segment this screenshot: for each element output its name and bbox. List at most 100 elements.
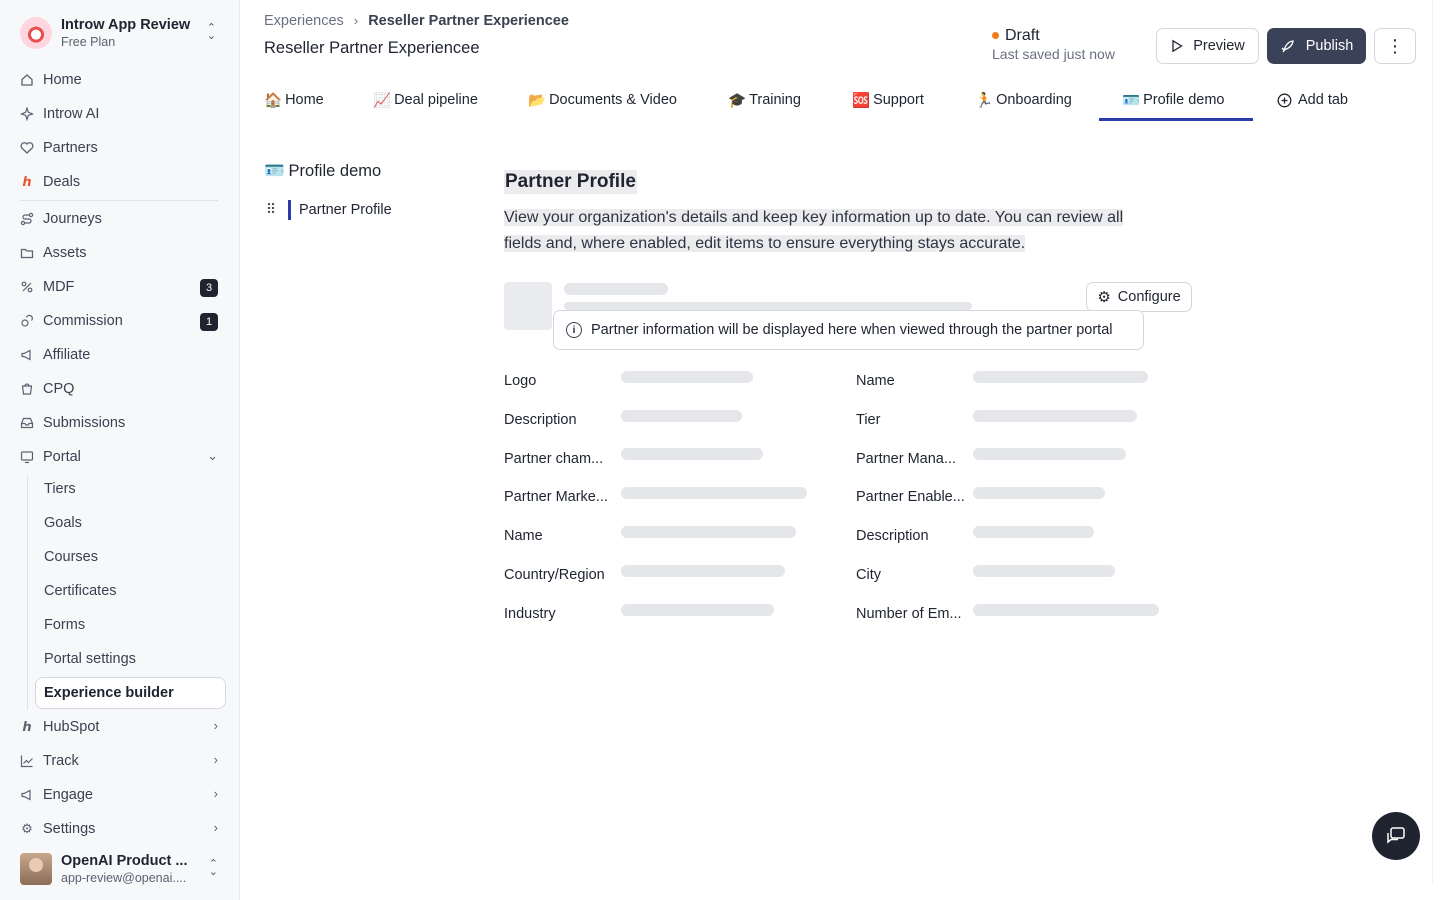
skeleton-bar bbox=[621, 410, 742, 422]
tab-label: Training bbox=[749, 92, 801, 108]
tab-profile-demo[interactable]: 🪪 Profile demo bbox=[1122, 80, 1224, 120]
field-label: Name bbox=[504, 528, 543, 544]
sidebar-item-mdf[interactable]: MDF 3 bbox=[20, 273, 226, 301]
sidebar-item-partners[interactable]: Partners bbox=[20, 134, 226, 162]
sidebar-item-engage[interactable]: Engage › bbox=[20, 781, 226, 809]
home-icon bbox=[20, 73, 34, 87]
sidebar-divider bbox=[20, 200, 218, 201]
sidebar-item-tiers[interactable]: Tiers bbox=[44, 475, 76, 503]
sidebar-item-settings[interactable]: ⚙ Settings › bbox=[20, 815, 226, 843]
user-menu[interactable]: OpenAI Product ... app-review@openai....… bbox=[20, 852, 226, 886]
inbox-icon bbox=[20, 416, 34, 430]
section-item-partner-profile[interactable]: Partner Profile bbox=[288, 200, 392, 220]
field-label: Partner Enable... bbox=[856, 489, 965, 505]
drag-handle-icon[interactable]: ⠿ bbox=[266, 201, 276, 218]
breadcrumb-parent[interactable]: Experiences bbox=[264, 13, 344, 29]
add-tab-button[interactable]: Add tab bbox=[1277, 80, 1348, 120]
info-text: Partner information will be displayed he… bbox=[591, 322, 1113, 338]
configure-button[interactable]: ⚙ Configure bbox=[1086, 282, 1192, 312]
sidebar-item-deals[interactable]: ℎ Deals bbox=[20, 168, 226, 196]
tab-emoji-icon: 🎓 bbox=[728, 92, 747, 109]
field-label: Country/Region bbox=[504, 567, 605, 583]
tab-bar: 🏠 Home 📈 Deal pipeline 📂 Documents & Video … bbox=[240, 80, 1440, 122]
publish-button[interactable]: Publish bbox=[1267, 28, 1366, 64]
chat-launcher-button[interactable] bbox=[1372, 812, 1420, 860]
field-label: Partner Marke... bbox=[504, 489, 608, 505]
org-name: Introw App Review bbox=[61, 16, 191, 33]
tab-home[interactable]: 🏠 Home bbox=[264, 80, 324, 120]
sidebar-item-commission[interactable]: Commission 1 bbox=[20, 307, 226, 335]
user-email: app-review@openai.... bbox=[61, 870, 187, 885]
sidebar-item-label: Deals bbox=[43, 174, 81, 190]
field-label: Description bbox=[504, 412, 577, 428]
content-description[interactable]: View your organization's details and kee… bbox=[504, 205, 1168, 257]
sidebar-item-experience-builder[interactable]: Experience builder bbox=[44, 679, 174, 707]
sidebar-item-label: Settings bbox=[43, 821, 96, 837]
sidebar-item-goals[interactable]: Goals bbox=[44, 509, 82, 537]
plus-circle-icon bbox=[1277, 93, 1292, 107]
tab-training[interactable]: 🎓 Training bbox=[728, 80, 801, 120]
tab-onboarding[interactable]: 🏃 Onboarding bbox=[975, 80, 1072, 120]
gear-icon: ⚙ bbox=[1097, 289, 1111, 306]
sidebar-item-label: Assets bbox=[43, 245, 87, 261]
gear-icon: ⚙ bbox=[21, 821, 33, 836]
sidebar-item-portal-settings[interactable]: Portal settings bbox=[44, 645, 136, 673]
chevron-up-down-icon: ⌃ ⌄ bbox=[206, 22, 216, 42]
more-options-button[interactable]: ⋮ bbox=[1374, 28, 1416, 64]
sidebar-item-journeys[interactable]: Journeys bbox=[20, 205, 226, 233]
sidebar-item-label: Introw AI bbox=[43, 106, 100, 122]
skeleton-bar bbox=[973, 410, 1137, 422]
handshake-icon bbox=[20, 141, 34, 155]
sidebar-item-label: Affiliate bbox=[43, 347, 91, 363]
publish-label: Publish bbox=[1305, 38, 1354, 54]
skeleton-bar bbox=[973, 487, 1105, 499]
sidebar-item-track[interactable]: Track › bbox=[20, 747, 226, 775]
sidebar-item-portal[interactable]: Portal ⌄ bbox=[20, 443, 226, 471]
info-icon: i bbox=[566, 322, 582, 338]
chevron-right-icon: › bbox=[213, 752, 218, 767]
tab-deal-pipeline[interactable]: 📈 Deal pipeline bbox=[373, 80, 478, 120]
sidebar-item-label: Partners bbox=[43, 140, 98, 156]
more-vertical-icon: ⋮ bbox=[1386, 35, 1404, 56]
count-badge: 3 bbox=[200, 279, 218, 297]
tab-documents-video[interactable]: 📂 Documents & Video bbox=[528, 80, 677, 120]
sidebar-item-courses[interactable]: Courses bbox=[44, 543, 98, 571]
chat-icon bbox=[1387, 827, 1405, 844]
sidebar-item-assets[interactable]: Assets bbox=[20, 239, 226, 267]
skeleton-bar bbox=[621, 487, 807, 499]
scrollbar[interactable] bbox=[1432, 0, 1440, 884]
play-icon bbox=[1172, 39, 1183, 53]
status-badge: Draft bbox=[1005, 27, 1040, 44]
tab-label: Deal pipeline bbox=[394, 92, 478, 108]
sidebar-item-submissions[interactable]: Submissions bbox=[20, 409, 226, 437]
count-badge: 1 bbox=[200, 313, 218, 331]
sidebar-item-label: Home bbox=[43, 72, 82, 88]
sidebar-item-label: Commission bbox=[43, 313, 123, 329]
rocket-icon bbox=[1281, 39, 1294, 52]
sidebar-item-label: Portal bbox=[43, 449, 81, 465]
sidebar-item-affiliate[interactable]: Affiliate bbox=[20, 341, 226, 369]
sidebar-item-certificates[interactable]: Certificates bbox=[44, 577, 117, 605]
skeleton-bar bbox=[973, 448, 1126, 460]
sidebar-item-home[interactable]: Home bbox=[20, 66, 226, 94]
sidebar-item-label: HubSpot bbox=[43, 719, 100, 735]
tab-support[interactable]: 🆘 Support bbox=[852, 80, 924, 120]
field-label: Number of Em... bbox=[856, 606, 962, 622]
sidebar: Introw App Review Free Plan ⌃ ⌄ Home Intr… bbox=[0, 0, 240, 900]
route-icon bbox=[20, 212, 34, 226]
org-switcher[interactable]: Introw App Review Free Plan ⌃ ⌄ bbox=[20, 14, 224, 52]
description-line: View your organization's details and kee… bbox=[504, 209, 1124, 226]
sidebar-item-cpq[interactable]: CPQ bbox=[20, 375, 226, 403]
content-title[interactable]: Partner Profile bbox=[504, 170, 637, 194]
sidebar-item-introw-ai[interactable]: Introw AI bbox=[20, 100, 226, 128]
status-dot bbox=[992, 32, 999, 40]
breadcrumb-current: Reseller Partner Experiencee bbox=[368, 13, 569, 29]
preview-button[interactable]: Preview bbox=[1156, 28, 1259, 64]
chevron-up-down-icon: ⌃ ⌄ bbox=[208, 858, 218, 878]
sidebar-item-hubspot[interactable]: ℎ HubSpot › bbox=[20, 713, 226, 741]
sidebar-item-forms[interactable]: Forms bbox=[44, 611, 85, 639]
user-name: OpenAI Product ... bbox=[61, 852, 188, 869]
megaphone-icon bbox=[20, 348, 34, 362]
field-label: Logo bbox=[504, 373, 537, 389]
skeleton-bar bbox=[973, 371, 1148, 383]
